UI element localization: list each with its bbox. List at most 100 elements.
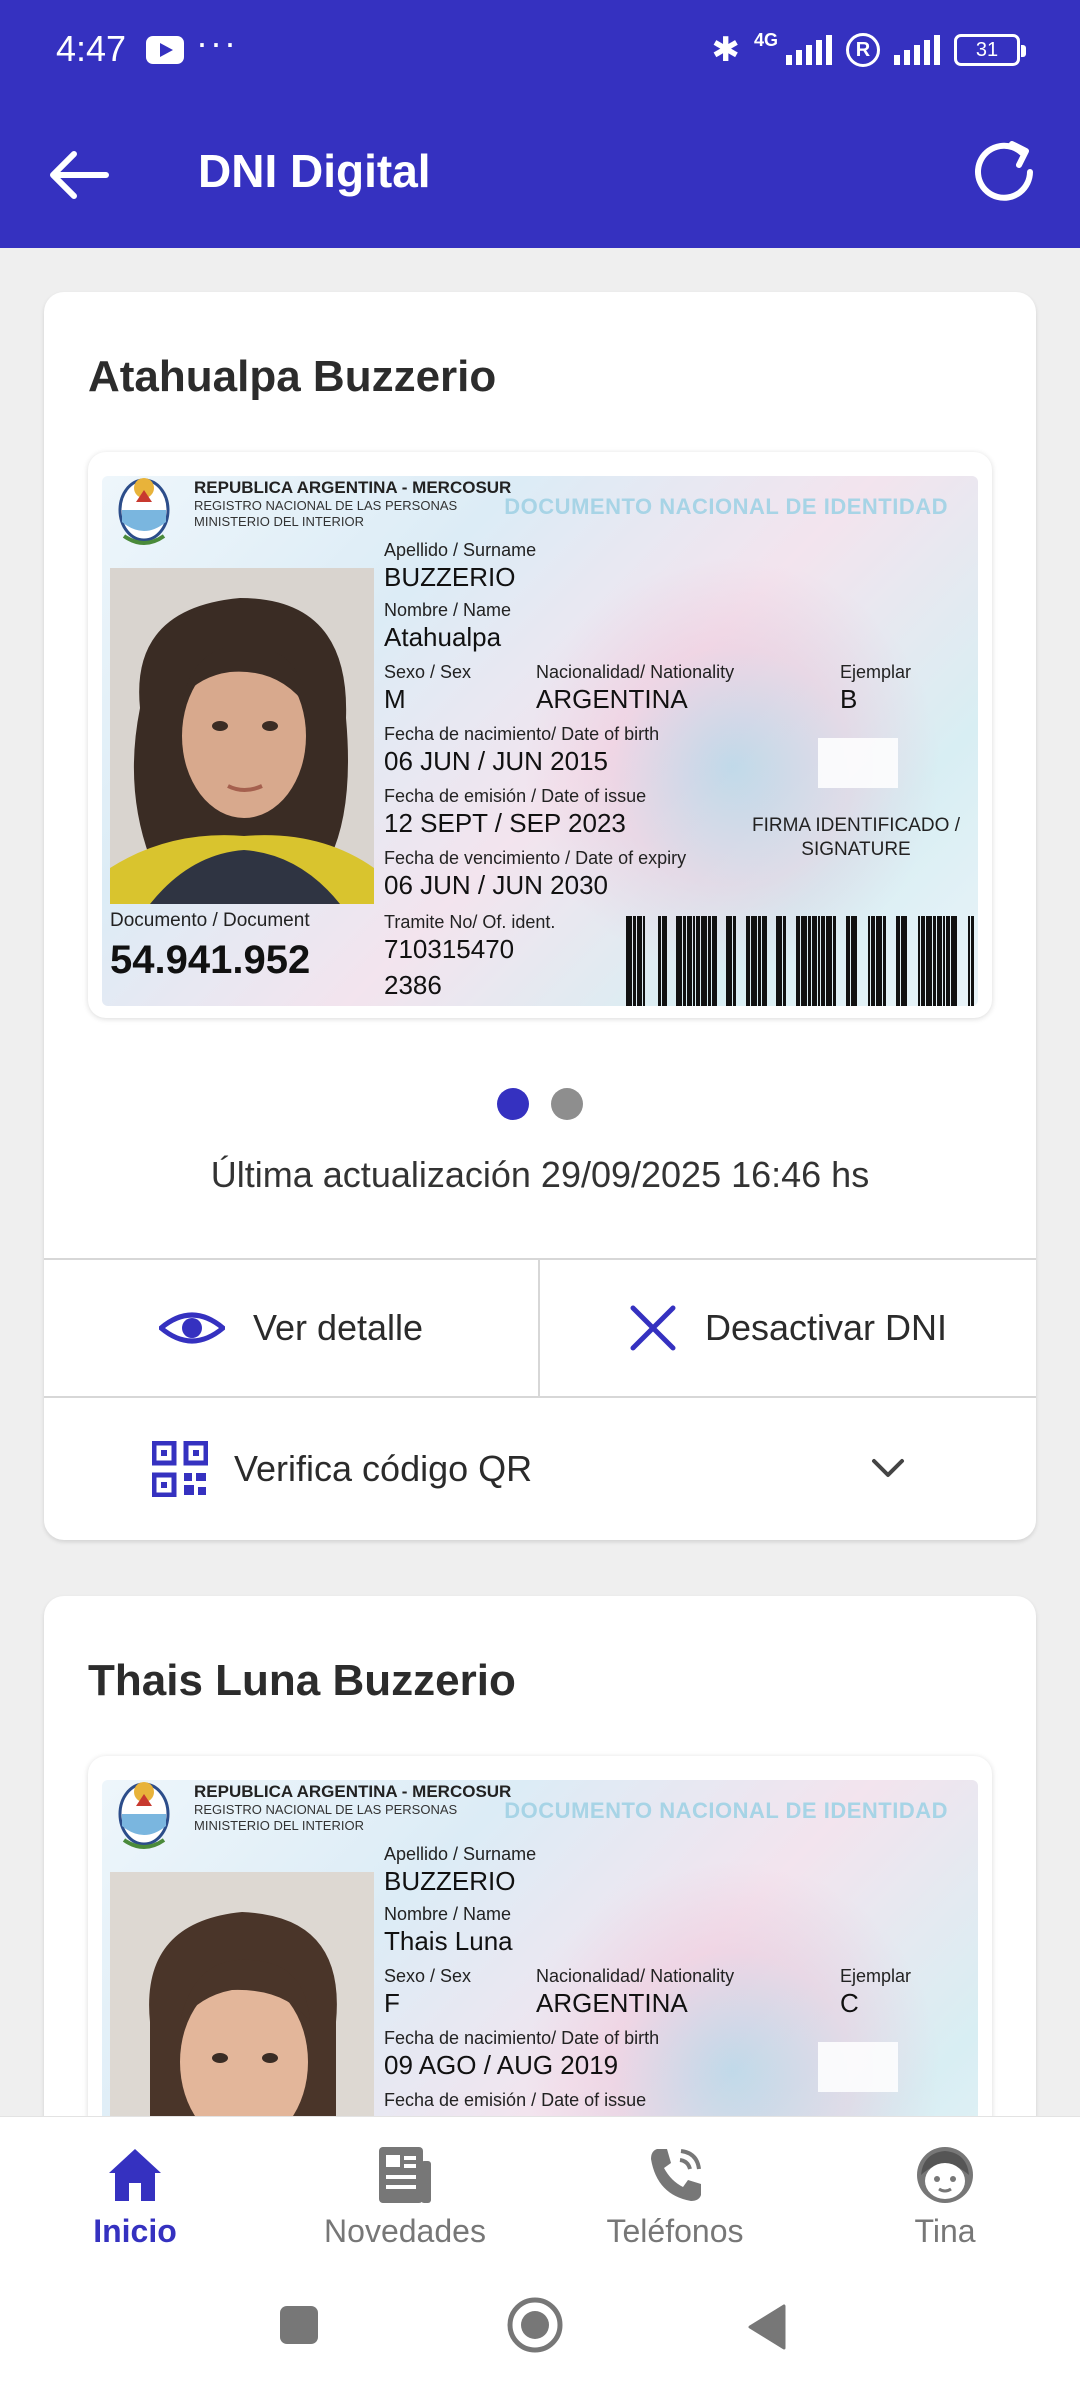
more-notifications-icon: ··· bbox=[196, 22, 238, 63]
coat-of-arms-icon bbox=[118, 478, 170, 545]
surname-value: BUZZERIO bbox=[384, 562, 516, 592]
nav-item-inicio[interactable]: Inicio bbox=[0, 2117, 270, 2266]
back-arrow-icon[interactable] bbox=[44, 140, 114, 210]
dni-image[interactable]: REPUBLICA ARGENTINA - MERCOSUR REGISTRO … bbox=[88, 452, 992, 1018]
dni-header-ministry: MINISTERIO DEL INTERIOR bbox=[194, 1818, 364, 1833]
recents-icon[interactable] bbox=[278, 2304, 320, 2346]
signature-image bbox=[818, 738, 898, 788]
status-time: 4:47 bbox=[56, 28, 127, 69]
card-actions: Ver detalle Desactivar DNI bbox=[44, 1258, 1036, 1398]
view-detail-button[interactable]: Ver detalle bbox=[44, 1260, 540, 1396]
birth-value: 09 AGO / AUG 2019 bbox=[384, 2050, 619, 2080]
verify-qr-row[interactable]: Verifica código QR bbox=[44, 1398, 1036, 1540]
phone-icon bbox=[651, 2149, 701, 2201]
dni-header-country: REPUBLICA ARGENTINA - MERCOSUR bbox=[194, 478, 512, 497]
tramite-value: 710315470 bbox=[384, 934, 515, 964]
issue-value: 12 SEPT / SEP 2023 bbox=[384, 808, 626, 838]
issue-label: Fecha de emisión / Date of issue bbox=[384, 2090, 647, 2110]
roaming-icon: R bbox=[846, 33, 880, 67]
nav-item-tina[interactable]: Tina bbox=[810, 2117, 1080, 2266]
last-updated-text: Última actualización 29/09/2025 16:46 hs bbox=[210, 1154, 870, 1195]
sex-label: Sexo / Sex bbox=[384, 1966, 472, 1986]
copy-label: Ejemplar bbox=[840, 662, 912, 682]
battery-icon: 31 bbox=[954, 34, 1026, 66]
dni-document-title: DOCUMENTO NACIONAL DE IDENTIDAD bbox=[504, 494, 948, 519]
copy-value: B bbox=[840, 684, 858, 714]
person-name: Atahualpa Buzzerio bbox=[88, 352, 497, 401]
view-detail-label: Ver detalle bbox=[252, 1307, 424, 1348]
tramite-value-2: 2386 bbox=[384, 970, 442, 1000]
nationality-label: Nacionalidad/ Nationality bbox=[536, 1966, 735, 1986]
nationality-value: ARGENTINA bbox=[536, 1988, 688, 2018]
surname-value: BUZZERIO bbox=[384, 1866, 516, 1896]
dni-header-country: REPUBLICA ARGENTINA - MERCOSUR bbox=[194, 1782, 512, 1801]
sex-value: F bbox=[384, 1988, 400, 2018]
surname-label: Apellido / Surname bbox=[384, 1844, 537, 1864]
dni-document-title: DOCUMENTO NACIONAL DE IDENTIDAD bbox=[504, 1798, 948, 1823]
birth-label: Fecha de nacimiento/ Date of birth bbox=[384, 2028, 660, 2048]
nav-label-telefonos: Teléfonos bbox=[606, 2213, 744, 2249]
expiry-value: 06 JUN / JUN 2030 bbox=[384, 870, 608, 900]
signal-icon bbox=[786, 35, 832, 65]
network-type: 4G bbox=[753, 30, 778, 50]
name-value: Atahualpa bbox=[384, 622, 502, 652]
coat-of-arms-icon bbox=[118, 1782, 170, 1849]
sex-label: Sexo / Sex bbox=[384, 662, 472, 682]
status-bar: 4:47 ··· ✱ 4G R 31 bbox=[0, 0, 1080, 100]
refresh-icon[interactable] bbox=[966, 134, 1042, 210]
verify-qr-label: Verifica código QR bbox=[234, 1448, 533, 1489]
copy-label: Ejemplar bbox=[840, 1966, 912, 1986]
chevron-down-icon[interactable] bbox=[868, 1448, 908, 1488]
tramite-label: Tramite No/ Of. ident. bbox=[384, 912, 556, 932]
surname-label: Apellido / Surname bbox=[384, 540, 537, 560]
carousel-dot-2[interactable] bbox=[551, 1088, 583, 1120]
news-icon bbox=[379, 2147, 431, 2203]
nationality-label: Nacionalidad/ Nationality bbox=[536, 662, 735, 682]
document-number: 54.941.952 bbox=[110, 938, 311, 982]
dni-header-registry: REGISTRO NACIONAL DE LAS PERSONAS bbox=[194, 1802, 458, 1817]
system-navigation-bar bbox=[0, 2266, 1080, 2400]
birth-label: Fecha de nacimiento/ Date of birth bbox=[384, 724, 660, 744]
nav-label-novedades: Novedades bbox=[324, 2213, 486, 2249]
carousel-indicator bbox=[44, 1088, 1036, 1120]
back-triangle-icon[interactable] bbox=[746, 2304, 788, 2350]
deactivate-dni-label: Desactivar DNI bbox=[704, 1307, 948, 1348]
dni-header-registry: REGISTRO NACIONAL DE LAS PERSONAS bbox=[194, 498, 458, 513]
id-photo bbox=[110, 568, 374, 904]
bluetooth-icon: ✱ bbox=[711, 31, 740, 69]
tina-face-icon bbox=[917, 2147, 973, 2203]
dni-card: Atahualpa Buzzerio REPUBLICA ARGENTINA -… bbox=[44, 292, 1036, 1540]
issue-label: Fecha de emisión / Date of issue bbox=[384, 786, 647, 806]
expiry-label: Fecha de vencimiento / Date of expiry bbox=[384, 848, 687, 868]
name-label: Nombre / Name bbox=[384, 600, 512, 620]
copy-value: C bbox=[840, 1988, 859, 2018]
qr-code-icon bbox=[152, 1441, 208, 1497]
dni-header-ministry: MINISTERIO DEL INTERIOR bbox=[194, 514, 364, 529]
person-name: Thais Luna Buzzerio bbox=[88, 1656, 516, 1705]
bottom-navigation: Inicio Novedades Teléfonos Tina bbox=[0, 2116, 1080, 2266]
eye-icon bbox=[158, 1312, 225, 1344]
nav-label-tina: Tina bbox=[914, 2213, 976, 2249]
nav-label-inicio: Inicio bbox=[93, 2213, 177, 2249]
nav-item-telefonos[interactable]: Teléfonos bbox=[540, 2117, 810, 2266]
youtube-notification-icon bbox=[146, 36, 184, 64]
signal-2-icon bbox=[894, 35, 940, 65]
close-icon bbox=[630, 1305, 676, 1351]
nav-item-novedades[interactable]: Novedades bbox=[270, 2117, 540, 2266]
name-label: Nombre / Name bbox=[384, 1904, 512, 1924]
sex-value: M bbox=[384, 684, 406, 714]
signature-label: FIRMA IDENTIFICADO / SIGNATURE bbox=[752, 815, 960, 860]
battery-level: 31 bbox=[975, 38, 999, 61]
carousel-dot-1[interactable] bbox=[497, 1088, 529, 1120]
name-value: Thais Luna bbox=[384, 1926, 513, 1956]
signature-image bbox=[818, 2042, 898, 2092]
page-title: DNI Digital bbox=[198, 145, 431, 197]
barcode-image bbox=[626, 916, 974, 1006]
deactivate-dni-button[interactable]: Desactivar DNI bbox=[540, 1260, 1036, 1396]
home-icon bbox=[109, 2149, 161, 2201]
app-bar: DNI Digital bbox=[0, 100, 1080, 248]
home-button-icon[interactable] bbox=[506, 2296, 564, 2354]
birth-value: 06 JUN / JUN 2015 bbox=[384, 746, 608, 776]
document-label: Documento / Document bbox=[110, 910, 310, 931]
nationality-value: ARGENTINA bbox=[536, 684, 688, 714]
